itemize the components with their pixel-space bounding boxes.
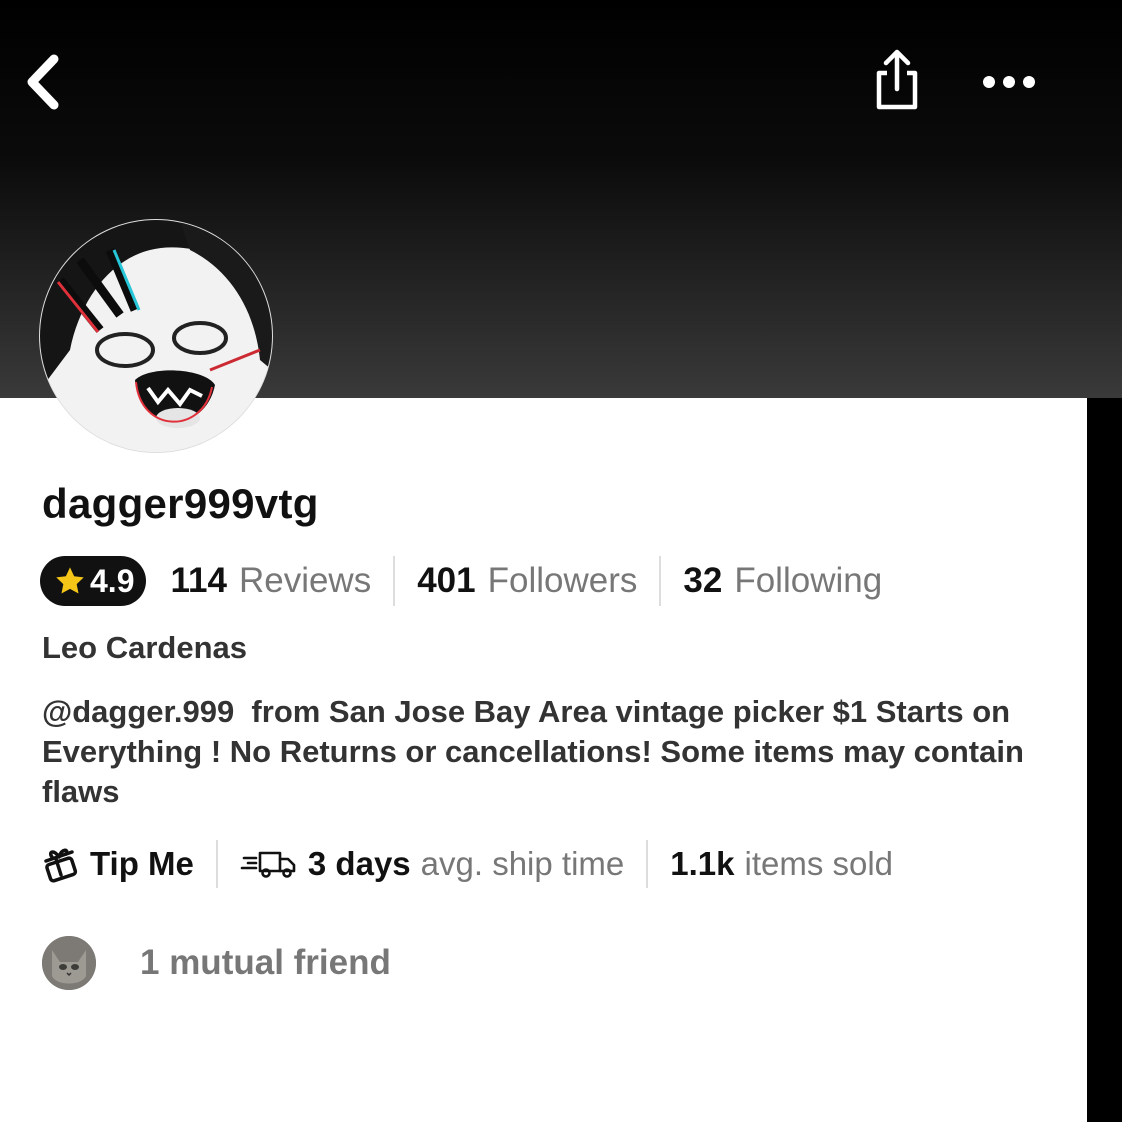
share-icon (876, 49, 918, 110)
tip-me-label: Tip Me (90, 845, 194, 882)
stats-row: 4.9 114 Reviews 401 Followers 32 Followi… (40, 552, 882, 610)
divider (215, 840, 218, 888)
mutual-friend-avatar[interactable] (42, 936, 96, 990)
tip-me-button[interactable]: Tip Me (42, 845, 194, 883)
mutual-friend-text: 1 mutual friend (140, 943, 391, 982)
divider (393, 556, 396, 606)
rating-badge[interactable]: 4.9 (40, 556, 147, 606)
items-sold-info: 1.1k items sold (670, 845, 893, 883)
items-sold-value: 1.1k (670, 845, 735, 882)
back-button[interactable] (14, 50, 74, 114)
username: dagger999vtg (42, 480, 319, 527)
rating-value: 4.9 (90, 562, 135, 599)
divider (659, 556, 662, 606)
real-name: Leo Cardenas (42, 630, 248, 665)
followers-count: 401 (417, 561, 476, 600)
seller-info-row: Tip Me 3 days avg. ship time 1.1k items … (42, 836, 893, 892)
ship-time-info: 3 days avg. ship time (240, 845, 624, 883)
profile-avatar[interactable] (40, 220, 272, 452)
right-edge-strip (1087, 398, 1122, 1122)
ship-time-label: avg. ship time (420, 845, 625, 882)
reviews-stat[interactable]: 114 Reviews (170, 561, 371, 601)
chevron-left-icon (27, 54, 59, 110)
items-sold-label: items sold (744, 845, 894, 882)
following-label: Following (734, 561, 883, 600)
reviews-label: Reviews (238, 561, 372, 600)
reviews-count: 114 (170, 561, 227, 600)
following-count: 32 (683, 561, 723, 600)
more-options-button[interactable] (976, 58, 1042, 106)
more-horizontal-icon (983, 76, 1035, 88)
divider (646, 840, 649, 888)
mutual-friends-row[interactable]: 1 mutual friend (42, 934, 391, 992)
avatar-image (40, 220, 272, 452)
followers-stat[interactable]: 401 Followers (417, 561, 637, 601)
profile-bio: @dagger.999 from San Jose Bay Area vinta… (42, 694, 1033, 809)
ship-time-value: 3 days (307, 845, 411, 882)
followers-label: Followers (487, 561, 638, 600)
star-icon (56, 567, 84, 594)
delivery-truck-icon (240, 851, 296, 878)
mutual-friend-image (42, 936, 96, 990)
following-stat[interactable]: 32 Following (683, 561, 882, 601)
share-button[interactable] (866, 44, 928, 116)
gift-icon (44, 848, 78, 883)
